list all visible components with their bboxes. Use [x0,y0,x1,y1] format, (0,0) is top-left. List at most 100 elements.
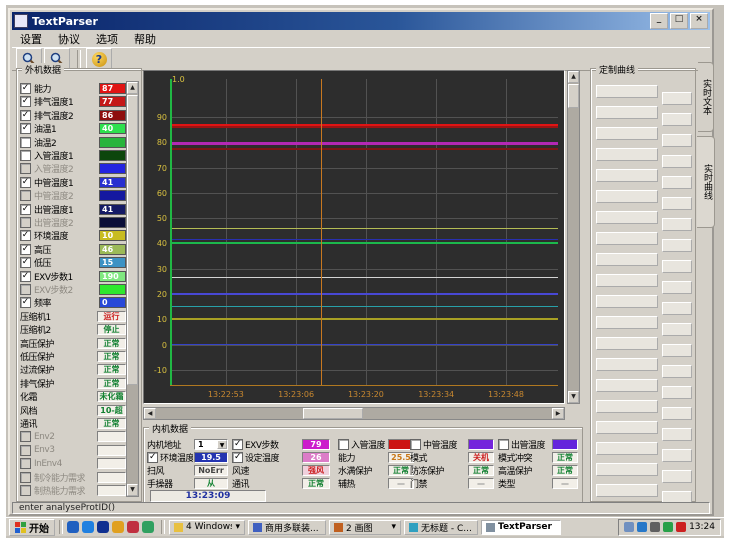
left-arrow-icon[interactable]: ◀ [144,408,156,419]
curve-checkbox[interactable] [20,217,31,228]
custom-curve-value-field[interactable] [662,470,692,483]
custom-curve-value-field[interactable] [662,239,692,252]
tray-icon-5[interactable] [676,522,686,532]
custom-curve-value-field[interactable] [662,281,692,294]
task-button[interactable]: TextParser [481,520,561,535]
tray-icon-4[interactable] [663,522,673,532]
custom-curve-value-field[interactable] [662,113,692,126]
custom-curve-value-field[interactable] [662,365,692,378]
curve-checkbox[interactable] [20,190,31,201]
custom-curve-name-field[interactable] [596,379,658,392]
custom-curve-value-field[interactable] [662,323,692,336]
indoor-checkbox[interactable] [498,439,509,450]
chart-cursor[interactable] [321,79,322,385]
indoor-checkbox[interactable]: ✓ [232,439,243,450]
curve-checkbox[interactable]: ✓ [20,271,31,282]
indoor-address-dropdown[interactable]: 1▼ [194,439,228,450]
tab-realtime-text[interactable]: 实时文本 [698,62,714,132]
curve-checkbox[interactable]: ✓ [20,177,31,188]
custom-curve-value-field[interactable] [662,344,692,357]
tray-icon-2[interactable] [637,522,647,532]
up-arrow-icon[interactable]: ▲ [568,71,579,83]
tab-realtime-curve[interactable]: 实时曲线 [697,136,715,228]
mail-icon[interactable] [112,521,124,533]
custom-curve-value-field[interactable] [662,386,692,399]
custom-curve-value-field[interactable] [662,197,692,210]
down-arrow-icon[interactable]: ▼ [127,484,138,496]
globe-icon[interactable] [82,521,94,533]
custom-curve-value-field[interactable] [662,92,692,105]
curve-checkbox[interactable]: ✓ [20,83,31,94]
custom-curve-name-field[interactable] [596,316,658,329]
curve-checkbox[interactable] [20,445,31,456]
curve-checkbox[interactable] [20,472,31,483]
tray-clock[interactable]: 13:24 [689,522,715,532]
menu-item[interactable]: 设置 [12,30,50,48]
custom-curve-name-field[interactable] [596,463,658,476]
curve-checkbox[interactable] [20,137,31,148]
indoor-checkbox[interactable] [338,439,349,450]
curve-checkbox[interactable] [20,163,31,174]
down-arrow-icon[interactable]: ▼ [568,391,579,403]
maximize-button[interactable]: □ [670,13,688,29]
chart-hscrollbar[interactable]: ◀ ▶ [143,407,565,420]
key-icon[interactable] [127,521,139,533]
menu-item[interactable]: 帮助 [126,30,164,48]
curve-checkbox[interactable]: ✓ [20,257,31,268]
menu-item[interactable]: 选项 [88,30,126,48]
custom-curve-name-field[interactable] [596,358,658,371]
custom-curve-name-field[interactable] [596,85,658,98]
custom-curve-name-field[interactable] [596,253,658,266]
tool-icon[interactable] [142,521,154,533]
indoor-checkbox[interactable]: ✓ [147,452,158,463]
custom-curve-name-field[interactable] [596,337,658,350]
indoor-checkbox[interactable]: ✓ [232,452,243,463]
scrollbar-thumb[interactable] [127,95,138,385]
curve-checkbox[interactable]: ✓ [20,204,31,215]
curve-checkbox[interactable] [20,284,31,295]
media-icon[interactable] [97,521,109,533]
custom-curve-name-field[interactable] [596,127,658,140]
curve-checkbox[interactable] [20,485,31,496]
browser-icon[interactable] [67,521,79,533]
custom-curve-value-field[interactable] [662,218,692,231]
minimize-button[interactable]: _ [650,13,668,29]
right-arrow-icon[interactable]: ▶ [552,408,564,419]
task-button[interactable]: 4 Windows ...▾ [169,520,245,535]
curve-checkbox[interactable]: ✓ [20,96,31,107]
outdoor-scrollbar[interactable]: ▲ ▼ [126,81,139,497]
custom-curve-value-field[interactable] [662,407,692,420]
chart-vscrollbar[interactable]: ▲ ▼ [567,70,580,404]
custom-curve-name-field[interactable] [596,274,658,287]
custom-curve-value-field[interactable] [662,176,692,189]
curve-checkbox[interactable] [20,458,31,469]
task-button[interactable]: 2 画图▾ [329,520,401,535]
custom-curve-value-field[interactable] [662,260,692,273]
custom-curve-name-field[interactable] [596,190,658,203]
custom-curve-value-field[interactable] [662,155,692,168]
custom-curve-name-field[interactable] [596,148,658,161]
custom-curve-value-field[interactable] [662,134,692,147]
custom-curve-value-field[interactable] [662,449,692,462]
custom-curve-value-field[interactable] [662,428,692,441]
help-button[interactable]: ? [86,48,112,70]
custom-curve-value-field[interactable] [662,302,692,315]
start-button[interactable]: 开始 [9,519,55,536]
scrollbar-thumb[interactable] [303,408,363,419]
menu-item[interactable]: 协议 [50,30,88,48]
up-arrow-icon[interactable]: ▲ [127,82,138,94]
task-button[interactable]: 无标题 - C... [404,520,478,535]
curve-checkbox[interactable]: ✓ [20,123,31,134]
curve-checkbox[interactable]: ✓ [20,110,31,121]
custom-curve-name-field[interactable] [596,295,658,308]
curve-checkbox[interactable]: ✓ [20,230,31,241]
curve-checkbox[interactable]: ✓ [20,297,31,308]
tray-icon-3[interactable] [650,522,660,532]
title-bar[interactable]: TextParser _ □ × [12,12,710,30]
curve-checkbox[interactable] [20,431,31,442]
indoor-checkbox[interactable] [410,439,421,450]
tray-icon-1[interactable] [624,522,634,532]
task-button[interactable]: 商用多联装... [248,520,326,535]
custom-curve-name-field[interactable] [596,400,658,413]
scrollbar-thumb[interactable] [568,84,579,108]
